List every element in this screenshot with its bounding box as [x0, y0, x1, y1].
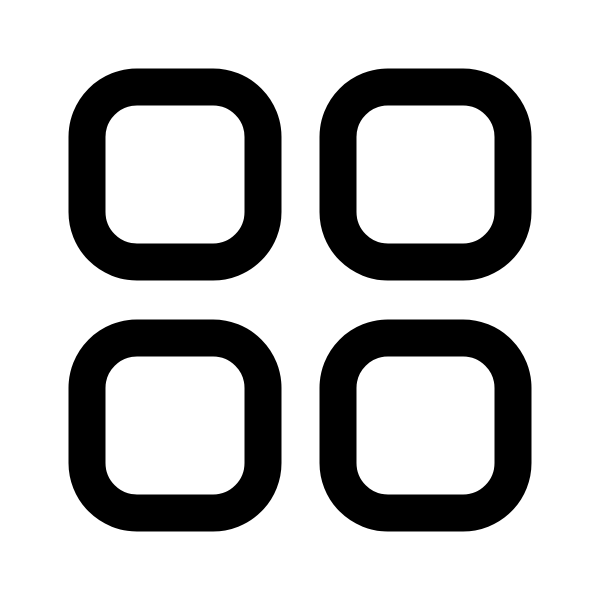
- icon-canvas: [0, 0, 600, 600]
- grid-tile-top-left: [68, 68, 282, 281]
- grid-tile-top-right: [319, 68, 532, 281]
- grid-icon: [68, 68, 532, 532]
- grid-tile-bottom-right: [319, 319, 532, 532]
- grid-tile-bottom-left: [68, 319, 282, 532]
